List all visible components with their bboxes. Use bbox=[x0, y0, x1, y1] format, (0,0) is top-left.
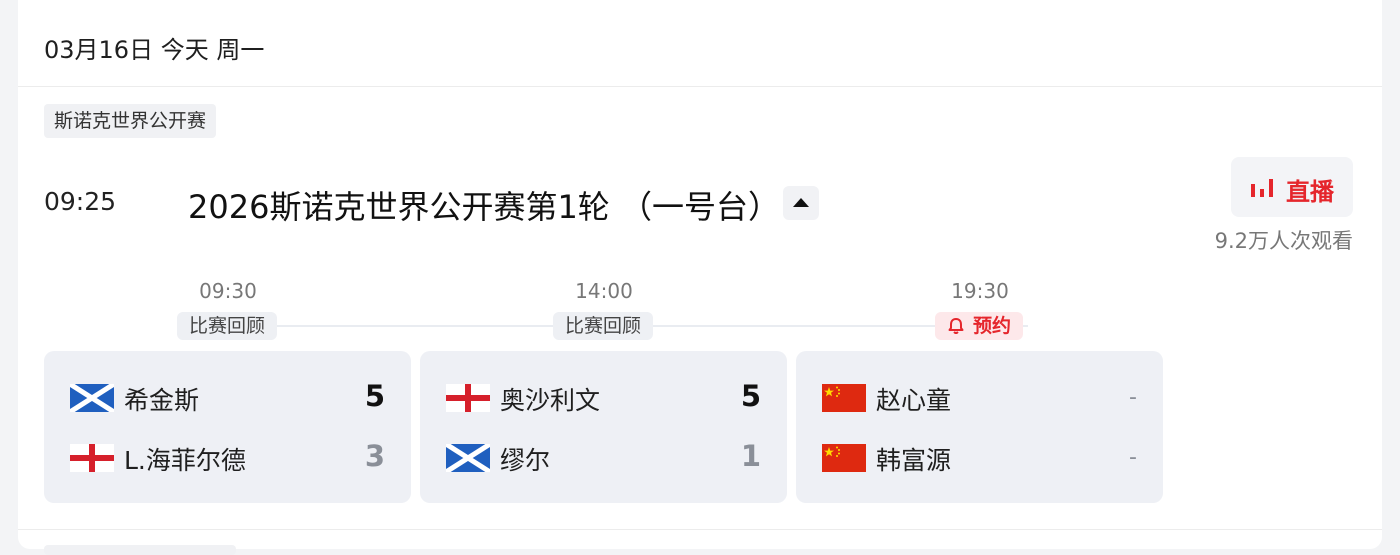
player-row: 赵心童 bbox=[822, 383, 1137, 415]
caret-up-icon bbox=[793, 198, 809, 207]
match-card[interactable]: 奥沙利文 5 缪尔 1 bbox=[420, 351, 787, 503]
viewer-count: 9.2万人次观看 bbox=[1214, 229, 1353, 253]
schedule-card: 03月16日 今天 周一 斯诺克世界公开赛 09:25 2026斯诺克世界公开赛… bbox=[18, 0, 1382, 555]
player-score: - bbox=[1129, 385, 1137, 410]
match-card[interactable]: 赵心童 - 韩富源 - bbox=[796, 351, 1163, 503]
player-name: 奥沙利文 bbox=[500, 386, 601, 415]
player-score: 3 bbox=[364, 439, 385, 473]
collapse-button[interactable] bbox=[783, 186, 819, 220]
scotland-flag-icon bbox=[446, 444, 490, 472]
player-row: L.海菲尔德 bbox=[70, 443, 385, 475]
stage-time: 09:30 bbox=[199, 279, 257, 303]
player-row: 奥沙利文 bbox=[446, 383, 761, 415]
player-row: 韩富源 bbox=[822, 443, 1137, 475]
china-flag-icon bbox=[822, 444, 866, 472]
date-header: 03月16日 今天 周一 bbox=[18, 0, 1382, 87]
stage-time: 19:30 bbox=[951, 279, 1009, 303]
live-button[interactable]: 直播 bbox=[1231, 157, 1353, 217]
bell-icon bbox=[948, 318, 964, 334]
player-name: 缪尔 bbox=[500, 446, 551, 475]
tournament-tag[interactable]: 斯诺克世界公开赛 bbox=[44, 104, 217, 138]
player-name: 韩富源 bbox=[876, 446, 952, 475]
player-name: 希金斯 bbox=[124, 386, 200, 415]
date-text: 03月16日 今天 周一 bbox=[44, 36, 265, 64]
england-flag-icon bbox=[70, 444, 114, 472]
replay-button[interactable]: 比赛回顾 bbox=[552, 312, 654, 340]
reserve-label: 预约 bbox=[972, 315, 1012, 337]
event-title[interactable]: 2026斯诺克世界公开赛第1轮 （一号台） bbox=[188, 182, 780, 228]
player-score: 1 bbox=[740, 439, 761, 473]
player-score: 5 bbox=[740, 379, 761, 413]
live-bars-icon bbox=[1251, 179, 1273, 197]
replay-button[interactable]: 比赛回顾 bbox=[176, 312, 278, 340]
match-card[interactable]: 希金斯 5 L.海菲尔德 3 bbox=[44, 351, 411, 503]
stage-time: 14:00 bbox=[575, 279, 633, 303]
live-label: 直播 bbox=[1286, 178, 1334, 206]
next-tournament-tag[interactable] bbox=[44, 545, 236, 555]
player-score: 5 bbox=[364, 379, 385, 413]
scotland-flag-icon bbox=[70, 384, 114, 412]
event-time: 09:25 bbox=[44, 187, 117, 216]
china-flag-icon bbox=[822, 384, 866, 412]
player-name: L.海菲尔德 bbox=[124, 446, 246, 475]
reserve-button[interactable]: 预约 bbox=[934, 312, 1024, 340]
section-divider bbox=[18, 529, 1382, 530]
player-row: 缪尔 bbox=[446, 443, 761, 475]
england-flag-icon bbox=[446, 384, 490, 412]
player-row: 希金斯 bbox=[70, 383, 385, 415]
player-name: 赵心童 bbox=[876, 386, 952, 415]
player-score: - bbox=[1129, 445, 1137, 470]
